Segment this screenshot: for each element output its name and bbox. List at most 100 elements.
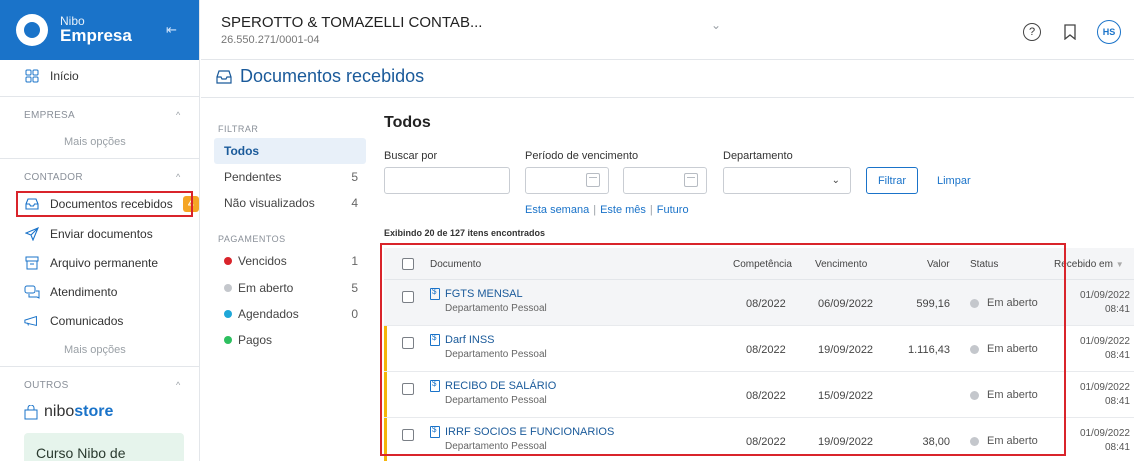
cell-valor: 599,16 xyxy=(916,298,950,310)
empresa-more-options[interactable]: Mais opções xyxy=(64,136,126,148)
filter-button[interactable]: Filtrar xyxy=(866,167,918,194)
help-icon[interactable]: ? xyxy=(1023,23,1041,41)
cell-valor: 1.116,43 xyxy=(907,344,950,356)
company-selector[interactable]: SPEROTTO & TOMAZELLI CONTAB... 26.550.27… xyxy=(221,14,482,46)
collapse-menu-icon[interactable]: ⇤ xyxy=(166,23,182,36)
document-link[interactable]: Darf INSS xyxy=(430,333,495,346)
filter-agendados[interactable]: Agendados 0 xyxy=(214,301,366,327)
divider xyxy=(0,158,200,159)
date-start-input[interactable] xyxy=(525,167,609,194)
pending-indicator xyxy=(384,372,387,417)
periodo-label: Período de vencimento xyxy=(525,150,639,162)
document-name: FGTS MENSAL xyxy=(445,288,523,300)
document-department: Departamento Pessoal xyxy=(445,395,547,406)
filter-pendentes[interactable]: Pendentes 5 xyxy=(214,164,366,190)
grid-icon xyxy=(24,68,40,84)
filter-heading: FILTRAR xyxy=(218,124,259,134)
highlight-outline xyxy=(16,191,193,217)
document-icon xyxy=(430,333,440,346)
cell-vencimento: 19/09/2022 xyxy=(818,436,874,448)
status-dot-green xyxy=(224,336,232,344)
cell-competencia: 08/2022 xyxy=(746,344,786,356)
recebido-time: 08:41 xyxy=(1104,442,1130,453)
divider xyxy=(0,96,200,97)
filter-nao-visualizados[interactable]: Não visualizados 4 xyxy=(214,190,366,216)
filter-label: Pendentes xyxy=(224,170,282,184)
chevron-up-icon[interactable]: ^ xyxy=(176,380,180,390)
col-recebido-label: Recebido em xyxy=(1054,259,1113,270)
chevron-down-icon[interactable]: ⌄ xyxy=(711,18,721,32)
col-vencimento[interactable]: Vencimento xyxy=(815,259,867,270)
section-contador: CONTADOR xyxy=(24,172,83,183)
filter-label: Agendados xyxy=(238,307,299,321)
user-avatar[interactable]: HS xyxy=(1097,20,1121,44)
divider xyxy=(0,366,200,367)
bookmark-icon[interactable] xyxy=(1063,24,1077,41)
row-checkbox[interactable] xyxy=(402,337,414,349)
status-dot xyxy=(970,436,979,446)
sidebar-item-comunicados[interactable]: Comunicados xyxy=(0,311,200,331)
table-row[interactable]: FGTS MENSAL Departamento Pessoal 08/2022… xyxy=(384,280,1134,326)
row-checkbox[interactable] xyxy=(402,383,414,395)
document-link[interactable]: IRRF SOCIOS E FUNCIONARIOS xyxy=(430,425,615,438)
table-row[interactable]: RECIBO DE SALÁRIO Departamento Pessoal 0… xyxy=(384,372,1134,418)
col-status[interactable]: Status xyxy=(970,259,998,270)
row-checkbox[interactable] xyxy=(402,291,414,303)
select-all-checkbox[interactable] xyxy=(402,258,414,270)
col-valor[interactable]: Valor xyxy=(927,259,950,270)
sidebar-item-atendimento[interactable]: Atendimento xyxy=(0,282,200,302)
document-icon xyxy=(430,425,440,438)
status-dot-blue xyxy=(224,310,232,318)
col-documento[interactable]: Documento xyxy=(430,259,481,270)
quick-futuro[interactable]: Futuro xyxy=(657,204,689,216)
col-competencia[interactable]: Competência xyxy=(733,259,792,270)
nibostore-link[interactable]: nibo store xyxy=(24,403,113,421)
sort-icon: ▼ xyxy=(1115,260,1124,269)
recebido-date: 01/09/2022 xyxy=(1079,428,1130,439)
chevron-up-icon[interactable]: ^ xyxy=(176,172,180,182)
calendar-icon[interactable] xyxy=(684,173,698,187)
cell-vencimento: 15/09/2022 xyxy=(818,390,874,402)
quick-esta-semana[interactable]: Esta semana xyxy=(525,204,589,216)
date-end-input[interactable] xyxy=(623,167,707,194)
filter-label: Vencidos xyxy=(238,254,287,268)
sidebar-item-inicio[interactable]: Início xyxy=(0,66,200,86)
table-row[interactable]: IRRF SOCIOS E FUNCIONARIOS Departamento … xyxy=(384,418,1134,461)
course-promo-card[interactable]: Curso Nibo de xyxy=(24,433,184,461)
row-checkbox[interactable] xyxy=(402,429,414,441)
status-dot xyxy=(970,390,979,400)
document-name: IRRF SOCIOS E FUNCIONARIOS xyxy=(445,426,615,438)
departamento-label: Departamento xyxy=(723,150,793,162)
table-row[interactable]: Darf INSS Departamento Pessoal 08/2022 1… xyxy=(384,326,1134,372)
store-suffix: store xyxy=(74,403,114,420)
document-link[interactable]: RECIBO DE SALÁRIO xyxy=(430,379,556,392)
clear-button[interactable]: Limpar xyxy=(937,175,971,187)
col-recebido[interactable]: Recebido em ▼ xyxy=(1054,259,1124,270)
sidebar-item-enviar-documentos[interactable]: Enviar documentos xyxy=(0,224,200,244)
shopping-bag-icon xyxy=(24,404,38,420)
status-text: Em aberto xyxy=(987,389,1038,401)
document-department: Departamento Pessoal xyxy=(445,349,547,360)
chevron-up-icon[interactable]: ^ xyxy=(176,110,180,120)
promo-text: Curso Nibo de xyxy=(36,445,126,461)
quick-este-mes[interactable]: Este mês xyxy=(600,204,646,216)
filter-pagos[interactable]: Pagos xyxy=(214,327,366,353)
brand-small: Nibo xyxy=(60,13,85,28)
status-dot xyxy=(970,344,979,354)
filter-vencidos[interactable]: Vencidos 1 xyxy=(214,248,366,274)
sidebar-item-arquivo-permanente[interactable]: Arquivo permanente xyxy=(0,253,200,273)
contador-more-options[interactable]: Mais opções xyxy=(64,344,126,356)
calendar-icon[interactable] xyxy=(586,173,600,187)
sidebar-item-label: Enviar documentos xyxy=(50,227,153,241)
departamento-select[interactable]: ⌄ xyxy=(723,167,851,194)
page-title: Documentos recebidos xyxy=(216,66,424,87)
filter-em-aberto[interactable]: Em aberto 5 xyxy=(214,275,366,301)
cell-vencimento: 06/09/2022 xyxy=(818,298,874,310)
status-text: Em aberto xyxy=(987,435,1038,447)
search-input[interactable] xyxy=(384,167,510,194)
filter-label: Em aberto xyxy=(238,281,294,295)
filter-todos[interactable]: Todos xyxy=(214,138,366,164)
recebido-time: 08:41 xyxy=(1104,304,1130,315)
document-link[interactable]: FGTS MENSAL xyxy=(430,287,523,300)
quick-period-links: Esta semana | Este mês | Futuro xyxy=(525,204,689,216)
